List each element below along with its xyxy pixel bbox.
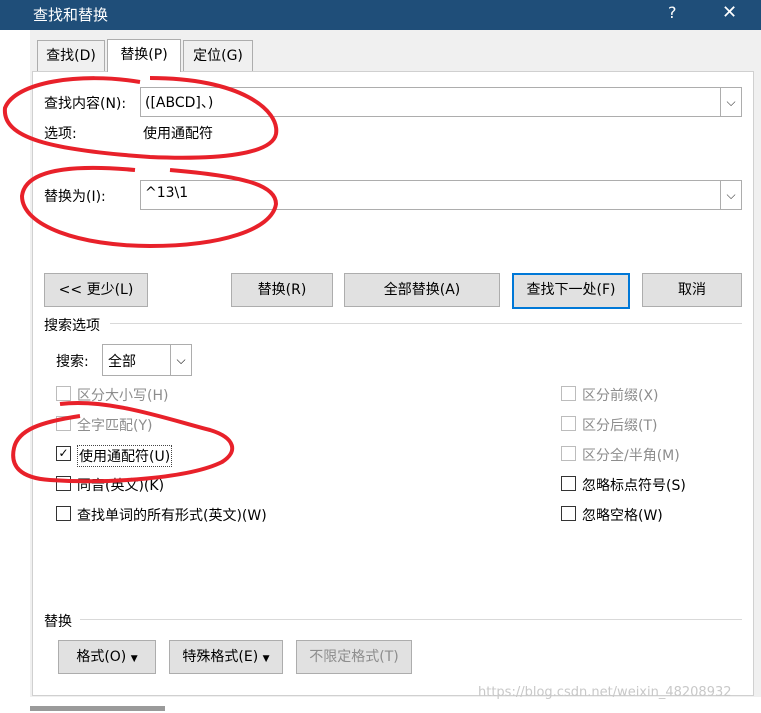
annotation-circle-find bbox=[2, 76, 279, 160]
annotation-layer bbox=[2, 76, 279, 484]
annotation-circle-replace bbox=[19, 165, 279, 249]
tab-replace[interactable]: 替换(P) bbox=[107, 39, 181, 72]
tab-replace-label: 替换(P) bbox=[120, 47, 168, 63]
annotation-circle-wildcards bbox=[11, 401, 235, 484]
